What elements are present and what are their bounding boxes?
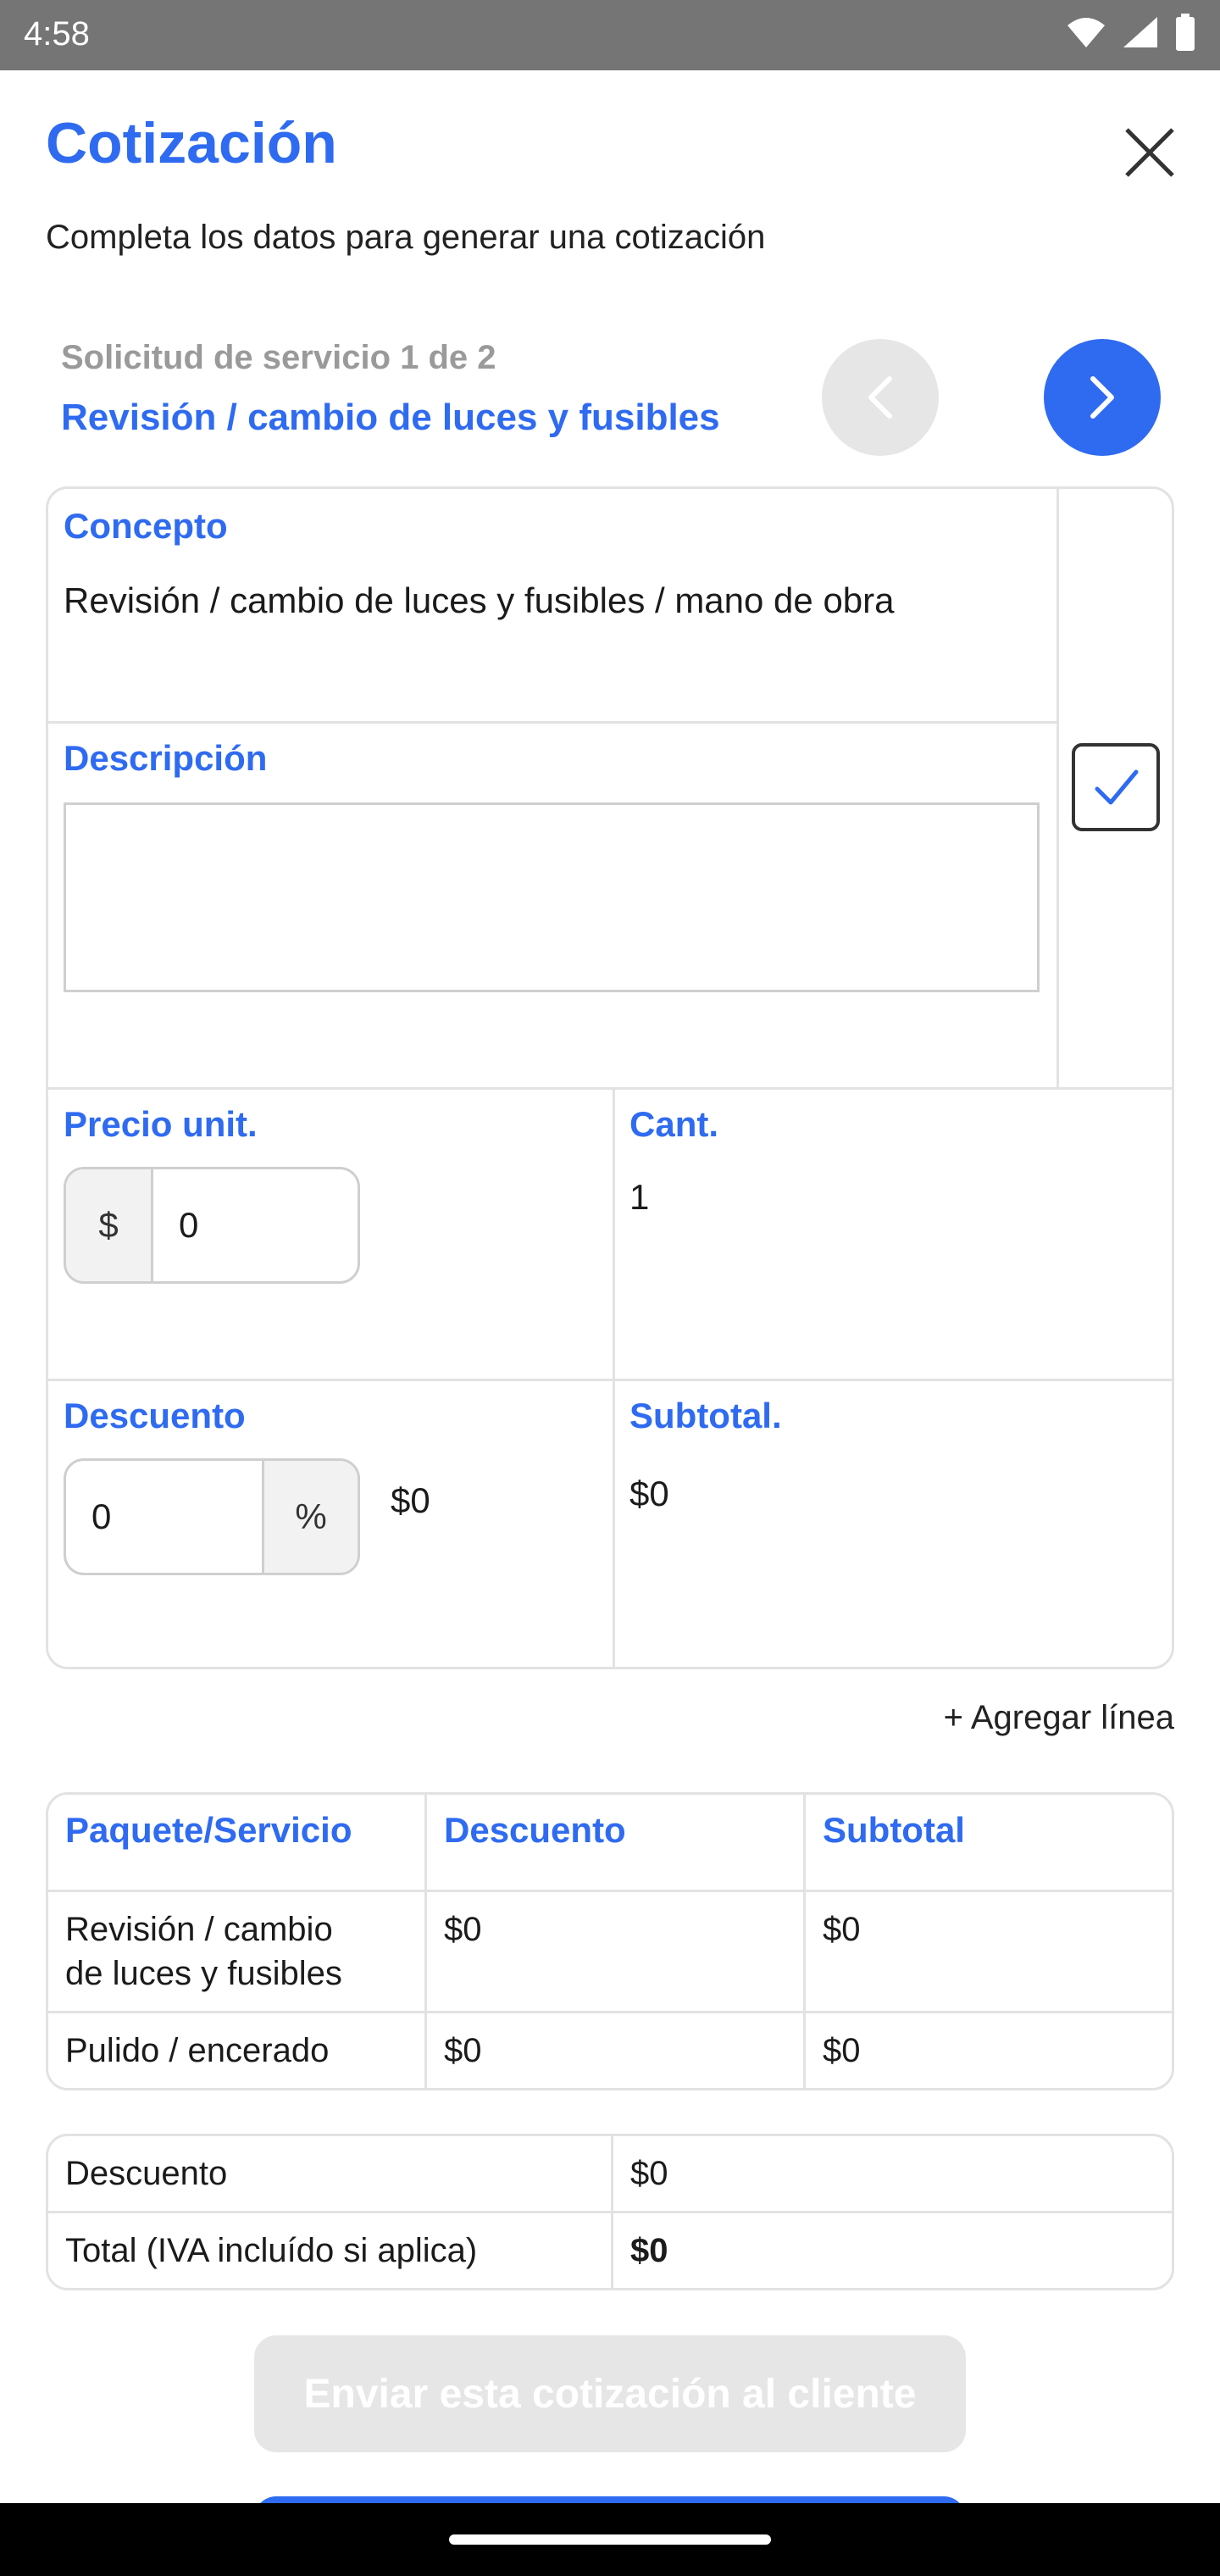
totals-discount-label: Descuento	[48, 2136, 613, 2213]
table-row: Revisión / cambio de luces y fusibles $0…	[48, 1892, 1172, 2013]
concept-label: Concepto	[64, 506, 228, 546]
unit-price-field[interactable]: $ 0	[64, 1167, 360, 1284]
divider	[1056, 489, 1059, 1087]
chevron-right-icon	[1090, 376, 1114, 419]
chevron-left-icon	[868, 376, 892, 419]
status-time: 4:58	[24, 15, 90, 53]
table-cell: Revisión / cambio de luces y fusibles	[48, 1892, 427, 2013]
totals-total-value: $0	[630, 2231, 668, 2269]
table-row: Total (IVA incluído si aplica) $0	[48, 2213, 1172, 2288]
table-header: Subtotal	[806, 1795, 1172, 1892]
description-textarea[interactable]	[64, 802, 1040, 992]
status-bar: 4:58	[0, 0, 1220, 70]
line-item-card: Concepto Revisión / cambio de luces y fu…	[46, 486, 1174, 1669]
send-quote-button[interactable]: Enviar esta cotización al cliente	[254, 2335, 966, 2452]
status-icons	[1066, 14, 1196, 51]
previous-request-button[interactable]	[822, 339, 939, 456]
divider	[48, 1379, 1172, 1381]
totals-table: Descuento $0 Total (IVA incluído si apli…	[46, 2134, 1174, 2290]
percent-addon: %	[264, 1461, 358, 1573]
home-gesture-handle[interactable]	[449, 2534, 771, 2545]
add-line-button[interactable]: + Agregar línea	[944, 1699, 1174, 1737]
divider	[48, 721, 1056, 724]
request-service-name: Revisión / cambio de luces y fusibles	[61, 397, 720, 438]
table-cell: $0	[427, 2013, 806, 2088]
close-button[interactable]	[1120, 123, 1179, 182]
subtotal-value: $0	[629, 1474, 669, 1513]
page-title: Cotización	[46, 111, 337, 175]
discount-label: Descuento	[64, 1396, 246, 1435]
divider	[48, 1087, 1172, 1090]
battery-icon	[1176, 14, 1195, 51]
table-row: Pulido / encerado $0 $0	[48, 2013, 1172, 2088]
table-cell: Pulido / encerado	[48, 2013, 427, 2088]
currency-addon: $	[66, 1169, 153, 1281]
table-cell: $0	[427, 1892, 806, 2013]
totals-total-label: Total (IVA incluído si aplica)	[48, 2213, 613, 2288]
quantity-label: Cant.	[629, 1104, 718, 1144]
description-label: Descripción	[64, 738, 268, 778]
services-table: Paquete/Servicio Descuento Subtotal Revi…	[46, 1792, 1174, 2090]
discount-input[interactable]: 0	[66, 1461, 264, 1573]
discount-amount: $0	[391, 1480, 430, 1520]
close-icon	[1125, 128, 1174, 177]
page-subtitle: Completa los datos para generar una coti…	[46, 219, 766, 256]
next-request-button[interactable]	[1044, 339, 1161, 456]
wifi-icon	[1068, 18, 1105, 47]
signal-icon	[1123, 17, 1157, 47]
request-counter: Solicitud de servicio 1 de 2	[61, 339, 496, 376]
table-cell: $0	[806, 1892, 1172, 2013]
table-header: Descuento	[427, 1795, 806, 1892]
discount-field[interactable]: 0 %	[64, 1458, 360, 1575]
table-row: Descuento $0	[48, 2136, 1172, 2213]
table-header: Paquete/Servicio	[48, 1795, 427, 1892]
checkmark-icon	[1095, 769, 1139, 805]
totals-discount-value: $0	[613, 2136, 1172, 2213]
subtotal-label: Subtotal.	[629, 1396, 782, 1435]
table-cell: $0	[823, 2032, 861, 2069]
concept-value[interactable]: Revisión / cambio de luces y fusibles / …	[64, 580, 895, 621]
quantity-value[interactable]: 1	[629, 1177, 649, 1218]
line-checkbox[interactable]	[1072, 743, 1160, 831]
unit-price-label: Precio unit.	[64, 1104, 258, 1144]
unit-price-input[interactable]: 0	[153, 1169, 358, 1281]
